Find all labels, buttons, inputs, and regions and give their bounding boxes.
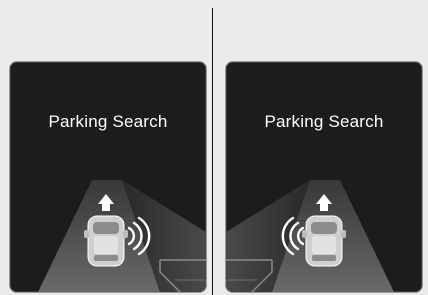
parking-search-panel-left: Parking Search — [10, 62, 206, 292]
screen-divider — [212, 8, 213, 295]
car-icon — [84, 215, 128, 267]
car-icon — [302, 215, 346, 267]
panel-title: Parking Search — [48, 112, 168, 131]
parking-scene-right — [226, 180, 394, 292]
panel-title: Parking Search — [264, 112, 384, 131]
parking-search-panel-right: Parking Search — [226, 62, 422, 292]
parking-scene-left — [38, 180, 206, 292]
